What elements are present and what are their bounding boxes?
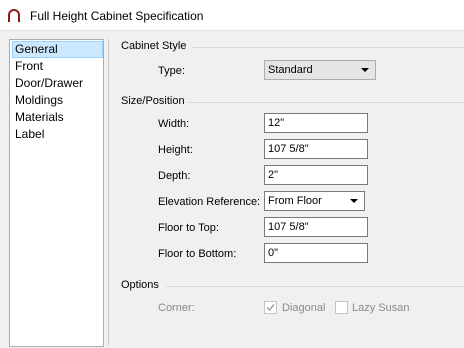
- elevation-reference-value: From Floor: [268, 195, 322, 207]
- width-label: Width:: [158, 118, 190, 130]
- floor-to-top-label: Floor to Top:: [158, 222, 219, 234]
- section-heading-cabinet-style: Cabinet Style: [121, 40, 187, 52]
- depth-label: Depth:: [158, 170, 191, 182]
- lazy-susan-label: Lazy Susan: [352, 302, 410, 314]
- corner-label: Corner:: [158, 302, 195, 314]
- window-title: Full Height Cabinet Specification: [30, 9, 204, 23]
- lazy-susan-checkbox[interactable]: [335, 301, 348, 314]
- sidebar-item-materials[interactable]: Materials: [13, 110, 66, 125]
- width-field[interactable]: 12": [264, 113, 368, 133]
- sidebar-nav: General Front Door/Drawer Moldings Mater…: [9, 39, 104, 347]
- section-divider: [188, 102, 464, 103]
- type-dropdown-value: Standard: [268, 64, 313, 76]
- type-dropdown[interactable]: Standard: [264, 60, 376, 80]
- height-field[interactable]: 107 5/8": [264, 139, 368, 159]
- sidebar-item-front[interactable]: Front: [13, 59, 45, 74]
- floor-to-top-field[interactable]: 107 5/8": [264, 217, 368, 237]
- depth-field[interactable]: 2": [264, 165, 368, 185]
- chevron-down-icon: [361, 68, 369, 72]
- section-divider: [166, 286, 464, 287]
- floor-to-bottom-label: Floor to Bottom:: [158, 248, 237, 260]
- elevation-reference-dropdown[interactable]: From Floor: [264, 191, 365, 211]
- elevation-reference-label: Elevation Reference:: [158, 196, 261, 208]
- sidebar-item-label[interactable]: Label: [13, 127, 46, 142]
- diagonal-label: Diagonal: [282, 302, 326, 314]
- cabinet-app-icon: [8, 9, 20, 22]
- type-label: Type:: [158, 65, 185, 77]
- diagonal-checkbox[interactable]: [264, 301, 277, 314]
- sidebar-item-moldings[interactable]: Moldings: [13, 93, 65, 108]
- chevron-down-icon: [350, 199, 358, 203]
- sidebar-item-door-drawer[interactable]: Door/Drawer: [13, 76, 85, 91]
- section-heading-size-position: Size/Position: [121, 95, 185, 107]
- sidebar-item-general[interactable]: General: [12, 41, 103, 58]
- height-label: Height:: [158, 144, 193, 156]
- section-divider: [192, 47, 464, 48]
- title-bar: Full Height Cabinet Specification: [0, 0, 464, 31]
- panel-divider: [108, 39, 109, 345]
- checkmark-icon: [266, 304, 275, 312]
- floor-to-bottom-field[interactable]: 0": [264, 243, 368, 263]
- section-heading-options: Options: [121, 279, 159, 291]
